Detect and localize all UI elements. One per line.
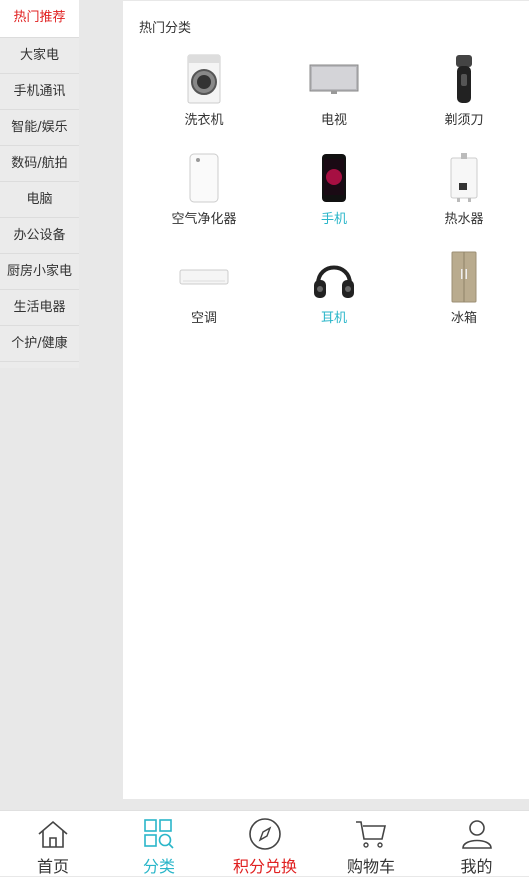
category-headphones[interactable]: 耳机 <box>269 243 399 333</box>
air-purifier-icon <box>139 150 269 206</box>
tab-label: 我的 <box>460 857 493 876</box>
tv-icon <box>269 51 399 107</box>
section-title: 热门分类 <box>139 21 192 36</box>
tab-label: 购物车 <box>346 857 395 876</box>
category-label: 热水器 <box>444 212 484 227</box>
tab-home[interactable]: 首页 <box>0 811 106 876</box>
tab-points-exchange[interactable]: 积分兑换 <box>212 811 318 876</box>
washing-machine-icon <box>139 51 269 107</box>
category-tv[interactable]: 电视 <box>269 45 399 135</box>
sidebar-item-digital-drone[interactable]: 数码/航拍 <box>0 146 79 182</box>
category-label: 冰箱 <box>450 311 477 326</box>
category-content-panel: 热门分类 洗衣机 电视 剃须刀 空气净化器 手机 热水器 空调 耳机 冰箱 <box>123 1 529 799</box>
category-washing-machine[interactable]: 洗衣机 <box>139 45 269 135</box>
category-shaver[interactable]: 剃须刀 <box>399 45 529 135</box>
bottom-tab-bar: 首页 分类 积分兑换 购物车 我的 <box>0 810 529 876</box>
category-label: 剃须刀 <box>444 113 484 128</box>
sidebar-item-large-appliances[interactable]: 大家电 <box>0 38 79 74</box>
cart-icon <box>318 817 424 851</box>
category-label: 空调 <box>190 311 217 326</box>
sidebar-item-personal-care[interactable]: 个护/健康 <box>0 326 79 362</box>
category-refrigerator[interactable]: 冰箱 <box>399 243 529 333</box>
tab-label: 分类 <box>142 857 175 876</box>
sidebar-item-living[interactable]: 生活电器 <box>0 290 79 326</box>
category-icon <box>106 817 212 851</box>
category-water-heater[interactable]: 热水器 <box>399 144 529 234</box>
category-label: 电视 <box>320 113 347 128</box>
sidebar-item-hot[interactable]: 热门推荐 <box>0 0 79 38</box>
headphones-icon <box>269 249 399 305</box>
tab-label: 积分兑换 <box>232 857 297 876</box>
category-sidebar: 热门推荐 大家电 手机通讯 智能/娱乐 数码/航拍 电脑 办公设备 厨房小家电 … <box>0 0 79 368</box>
phone-icon <box>269 150 399 206</box>
sidebar-item-mobile[interactable]: 手机通讯 <box>0 74 79 110</box>
shaver-icon <box>399 51 529 107</box>
category-label: 耳机 <box>320 311 347 326</box>
sidebar-item-kitchen[interactable]: 厨房小家电 <box>0 254 79 290</box>
tab-cart[interactable]: 购物车 <box>318 811 424 876</box>
compass-icon <box>212 817 318 851</box>
refrigerator-icon <box>399 249 529 305</box>
tab-label: 首页 <box>36 857 69 876</box>
category-air-purifier[interactable]: 空气净化器 <box>139 144 269 234</box>
category-air-conditioner[interactable]: 空调 <box>139 243 269 333</box>
sidebar-item-computer[interactable]: 电脑 <box>0 182 79 218</box>
tab-me[interactable]: 我的 <box>424 811 529 876</box>
user-icon <box>424 817 529 851</box>
category-label: 洗衣机 <box>184 113 224 128</box>
sidebar-item-office[interactable]: 办公设备 <box>0 218 79 254</box>
home-icon <box>0 817 106 851</box>
air-conditioner-icon <box>139 249 269 305</box>
tab-category[interactable]: 分类 <box>106 811 212 876</box>
category-phone[interactable]: 手机 <box>269 144 399 234</box>
category-label: 空气净化器 <box>171 212 237 227</box>
sidebar-item-smart-entertainment[interactable]: 智能/娱乐 <box>0 110 79 146</box>
water-heater-icon <box>399 150 529 206</box>
category-label: 手机 <box>320 212 347 227</box>
